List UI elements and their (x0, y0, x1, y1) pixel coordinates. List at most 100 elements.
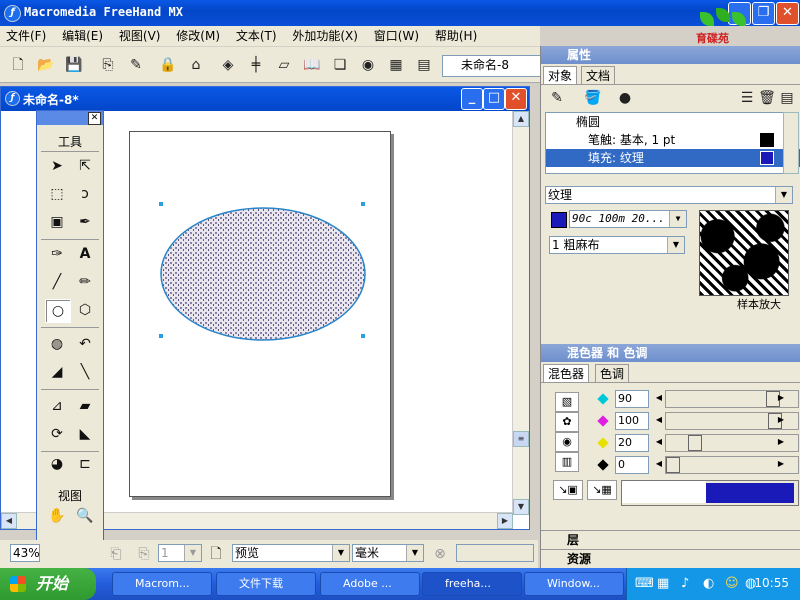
texture-color-swatch[interactable] (551, 212, 567, 228)
save-icon[interactable]: 💾 (64, 55, 84, 75)
taskbar-item-adobe[interactable]: Adobe ... (320, 572, 420, 596)
add-effect-icon[interactable]: ● (615, 88, 635, 108)
add-to-tints-icon[interactable]: ↘▦ (587, 480, 617, 500)
duplicate-attribute-icon[interactable]: ☰ (737, 88, 757, 108)
tab-mixer[interactable]: 混色器 (543, 364, 590, 383)
zoom-field[interactable]: 43% (10, 544, 40, 562)
stroke-color-swatch[interactable] (760, 133, 774, 147)
cmyk-mode-icon[interactable]: ▧ (555, 392, 579, 412)
menu-window[interactable]: 窗口(W) (368, 26, 425, 46)
taskbar-item-download[interactable]: 文件下载 (216, 572, 316, 596)
slider-thumb[interactable] (688, 435, 702, 451)
cyan-value-input[interactable]: 90 (615, 390, 649, 408)
freeform-tool-icon[interactable]: ◍ (45, 333, 69, 355)
slider-thumb[interactable] (666, 457, 680, 473)
menu-modify[interactable]: 修改(M) (170, 26, 226, 46)
rgb-mode-icon[interactable]: ✿ (555, 412, 579, 432)
add-page-icon[interactable]: 🗋 (206, 544, 226, 564)
pages-icon[interactable]: ▤ (414, 55, 434, 75)
ime-icon[interactable]: ▦ (657, 576, 669, 591)
export-icon[interactable]: ✎ (126, 55, 146, 75)
knife-tool-icon[interactable]: ↶ (73, 333, 97, 355)
cyan-decrease-arrow[interactable]: ◀ (653, 390, 665, 406)
group-icon[interactable]: ◈ (218, 55, 238, 75)
scroll-up-arrow[interactable]: ▲ (513, 111, 529, 127)
mixer-panel-header[interactable]: 混色器 和 色调 (541, 344, 800, 362)
selection-handle[interactable] (361, 202, 365, 206)
doc-minimize-button[interactable]: _ (461, 88, 483, 110)
magenta-value-input[interactable]: 100 (615, 412, 649, 430)
tools-panel-close-icon[interactable]: ✕ (88, 112, 101, 125)
grid-icon[interactable]: ▦ (386, 55, 406, 75)
page-tool-icon[interactable]: ⬚ (45, 183, 69, 205)
magenta-decrease-arrow[interactable]: ◀ (653, 412, 665, 428)
taskbar-item-windows[interactable]: Window... (524, 572, 624, 596)
selection-handle[interactable] (159, 202, 163, 206)
brush-tool-icon[interactable]: ╲ (73, 361, 97, 383)
taskbar-item-freehand-doc[interactable]: freeha... (422, 572, 522, 596)
text-editor-icon[interactable]: 📖 (302, 55, 322, 75)
cancel-render-icon[interactable]: ⊗ (430, 544, 450, 564)
selection-handle[interactable] (159, 334, 163, 338)
fill-type-select[interactable]: 纹理 ▼ (545, 186, 793, 204)
transform-icon[interactable]: ▱ (274, 55, 294, 75)
vertical-scrollbar[interactable]: ▲ ≡ ▼ (512, 111, 529, 515)
list-item[interactable]: 椭圆 (546, 113, 800, 131)
add-stroke-icon[interactable]: ✎ (547, 88, 567, 108)
layers-icon[interactable]: ❏ (330, 55, 350, 75)
trace-tool-icon[interactable]: ▣ (45, 211, 69, 233)
ellipse-tool-icon[interactable]: ○ (45, 299, 71, 323)
menu-view[interactable]: 视图(V) (113, 26, 167, 46)
list-item[interactable]: 填充: 纹理 (546, 149, 800, 167)
eraser-tool-icon[interactable]: ◢ (45, 361, 69, 383)
import-icon[interactable]: ⎘ (98, 55, 118, 75)
scale-tool-icon[interactable]: ⊿ (45, 395, 69, 417)
open-folder-icon[interactable]: 📂 (36, 55, 56, 75)
menu-xtras[interactable]: 外加功能(X) (286, 26, 364, 46)
view-mode-select[interactable]: 预览 ▼ (232, 544, 350, 562)
document-select[interactable]: 未命名-8 (442, 55, 554, 77)
pointer-tool-icon[interactable]: ➤ (45, 155, 69, 177)
scroll-thumb[interactable]: ≡ (513, 431, 529, 447)
scroll-down-arrow[interactable]: ▼ (513, 499, 529, 515)
doc-maximize-button[interactable]: □ (483, 88, 505, 110)
keyboard-icon[interactable]: ⌨ (635, 576, 654, 591)
lasso-tool-icon[interactable]: ↄ (73, 183, 97, 205)
options-menu-icon[interactable]: ▤ (777, 88, 797, 108)
close-button[interactable]: ✕ (776, 2, 799, 25)
messenger-icon[interactable]: ☺ (725, 576, 739, 591)
swatches-icon[interactable]: ◉ (358, 55, 378, 75)
properties-panel-header[interactable]: 属性 (541, 46, 800, 64)
rotate-tool-icon[interactable]: ⟳ (45, 423, 69, 445)
text-tool-icon[interactable]: A (73, 243, 97, 265)
magenta-increase-arrow[interactable]: ▶ (775, 412, 787, 428)
fill-color-swatch[interactable] (760, 151, 774, 165)
units-select[interactable]: 毫米 ▼ (352, 544, 424, 562)
page-number-select[interactable]: 1 ▼ (158, 544, 202, 562)
trash-icon[interactable]: 🗑 (757, 88, 777, 108)
scroll-left-arrow[interactable]: ◀ (1, 513, 17, 529)
volume-icon[interactable]: ♪ (681, 576, 689, 591)
black-decrease-arrow[interactable]: ◀ (653, 456, 665, 472)
start-button[interactable]: 开始 (0, 568, 96, 600)
tab-tints[interactable]: 色调 (595, 364, 630, 383)
zoom-tool-icon[interactable]: 🔍 (73, 505, 97, 527)
hls-mode-icon[interactable]: ◉ (555, 432, 579, 452)
cyan-increase-arrow[interactable]: ▶ (775, 390, 787, 406)
yellow-increase-arrow[interactable]: ▶ (775, 434, 787, 450)
black-increase-arrow[interactable]: ▶ (775, 456, 787, 472)
add-to-swatches-icon[interactable]: ↘▣ (553, 480, 583, 500)
texture-select[interactable]: 1 粗麻布 ▼ (549, 236, 685, 254)
list-scrollbar[interactable] (783, 112, 799, 174)
menu-file[interactable]: 文件(F) (0, 26, 52, 46)
lock-icon[interactable]: 🔒 (158, 55, 178, 75)
taskbar-item-freehand[interactable]: Macrom... (112, 572, 212, 596)
menu-help[interactable]: 帮助(H) (429, 26, 483, 46)
pencil-tool-icon[interactable]: ✏ (73, 271, 97, 293)
selection-handle[interactable] (361, 334, 365, 338)
polygon-tool-icon[interactable]: ⬡ (73, 299, 97, 321)
assets-panel-header[interactable]: 资源 (541, 549, 800, 567)
add-fill-icon[interactable]: 🪣 (583, 88, 603, 108)
doc-close-button[interactable]: ✕ (505, 88, 527, 110)
eyedropper-tool-icon[interactable]: ✒ (73, 211, 97, 233)
